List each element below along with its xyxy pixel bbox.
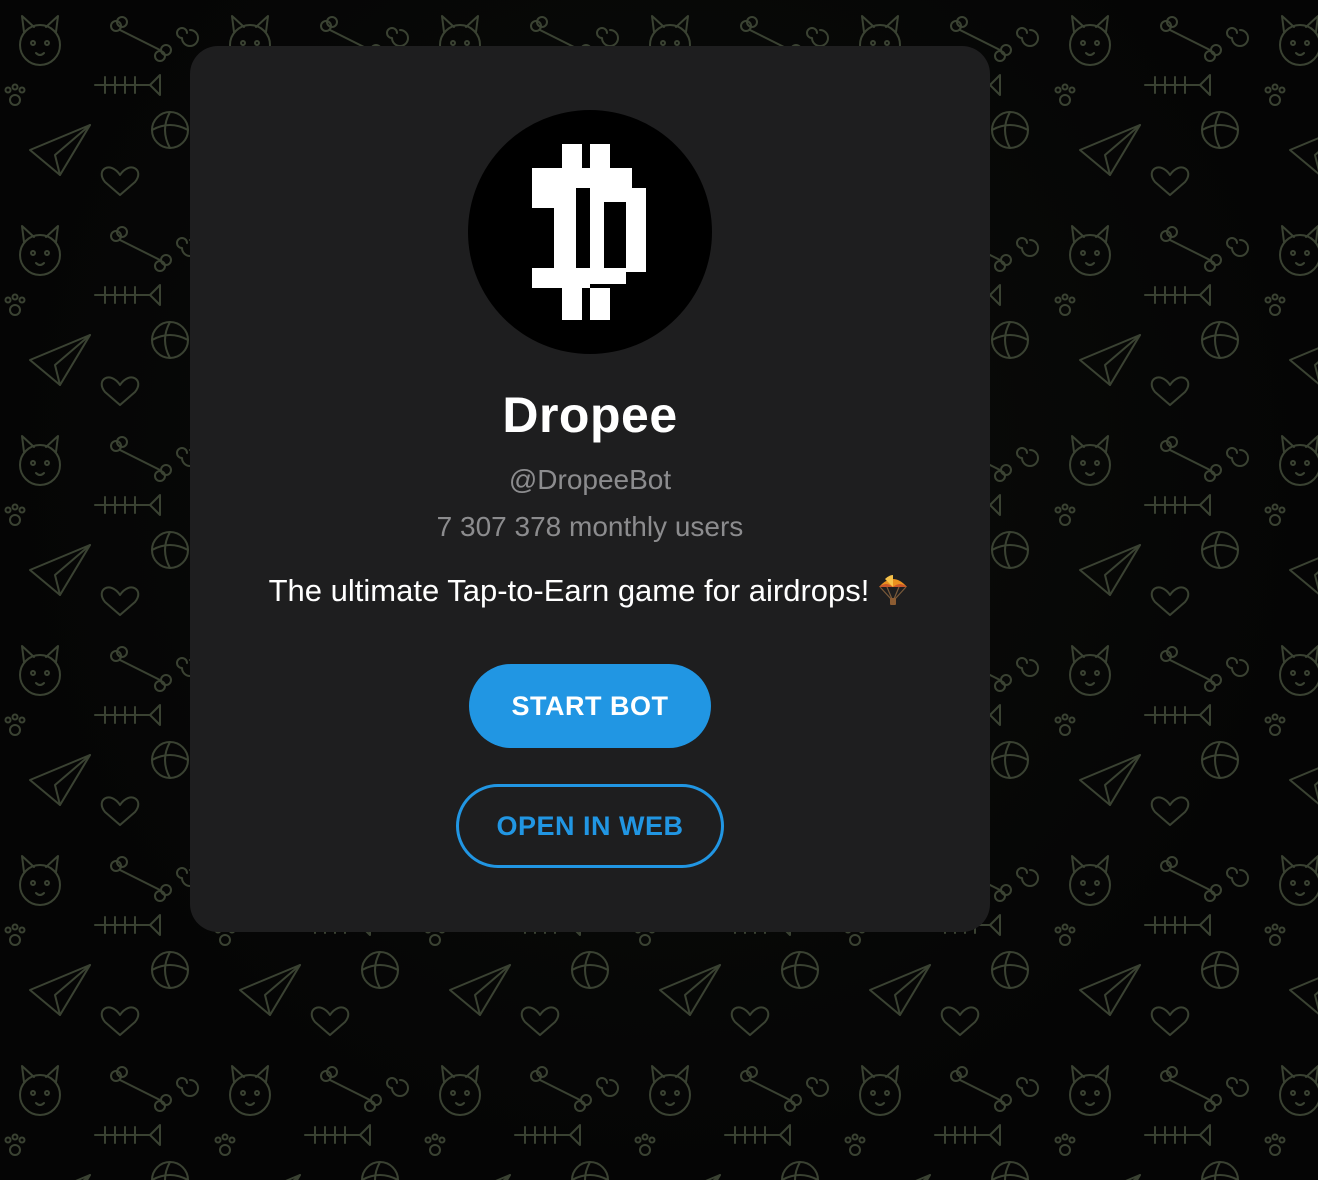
start-bot-button[interactable]: START BOT xyxy=(469,664,711,748)
dropee-logo-glyph xyxy=(532,144,646,320)
bot-description-text: The ultimate Tap-to-Earn game for airdro… xyxy=(268,573,870,608)
bot-name: Dropee xyxy=(502,387,678,443)
bot-info-card: Dropee @DropeeBot 7 307 378 monthly user… xyxy=(190,46,990,932)
dropee-logo-icon xyxy=(468,110,712,354)
telegram-bot-preview-page: Dropee @DropeeBot 7 307 378 monthly user… xyxy=(0,0,1318,1180)
bot-description: The ultimate Tap-to-Earn game for airdro… xyxy=(190,573,990,611)
bot-username[interactable]: @DropeeBot xyxy=(190,464,990,496)
parachute-icon xyxy=(875,571,911,607)
monthly-users-count: 7 307 378 monthly users xyxy=(436,511,744,542)
open-in-web-button[interactable]: OPEN IN WEB xyxy=(456,784,724,868)
